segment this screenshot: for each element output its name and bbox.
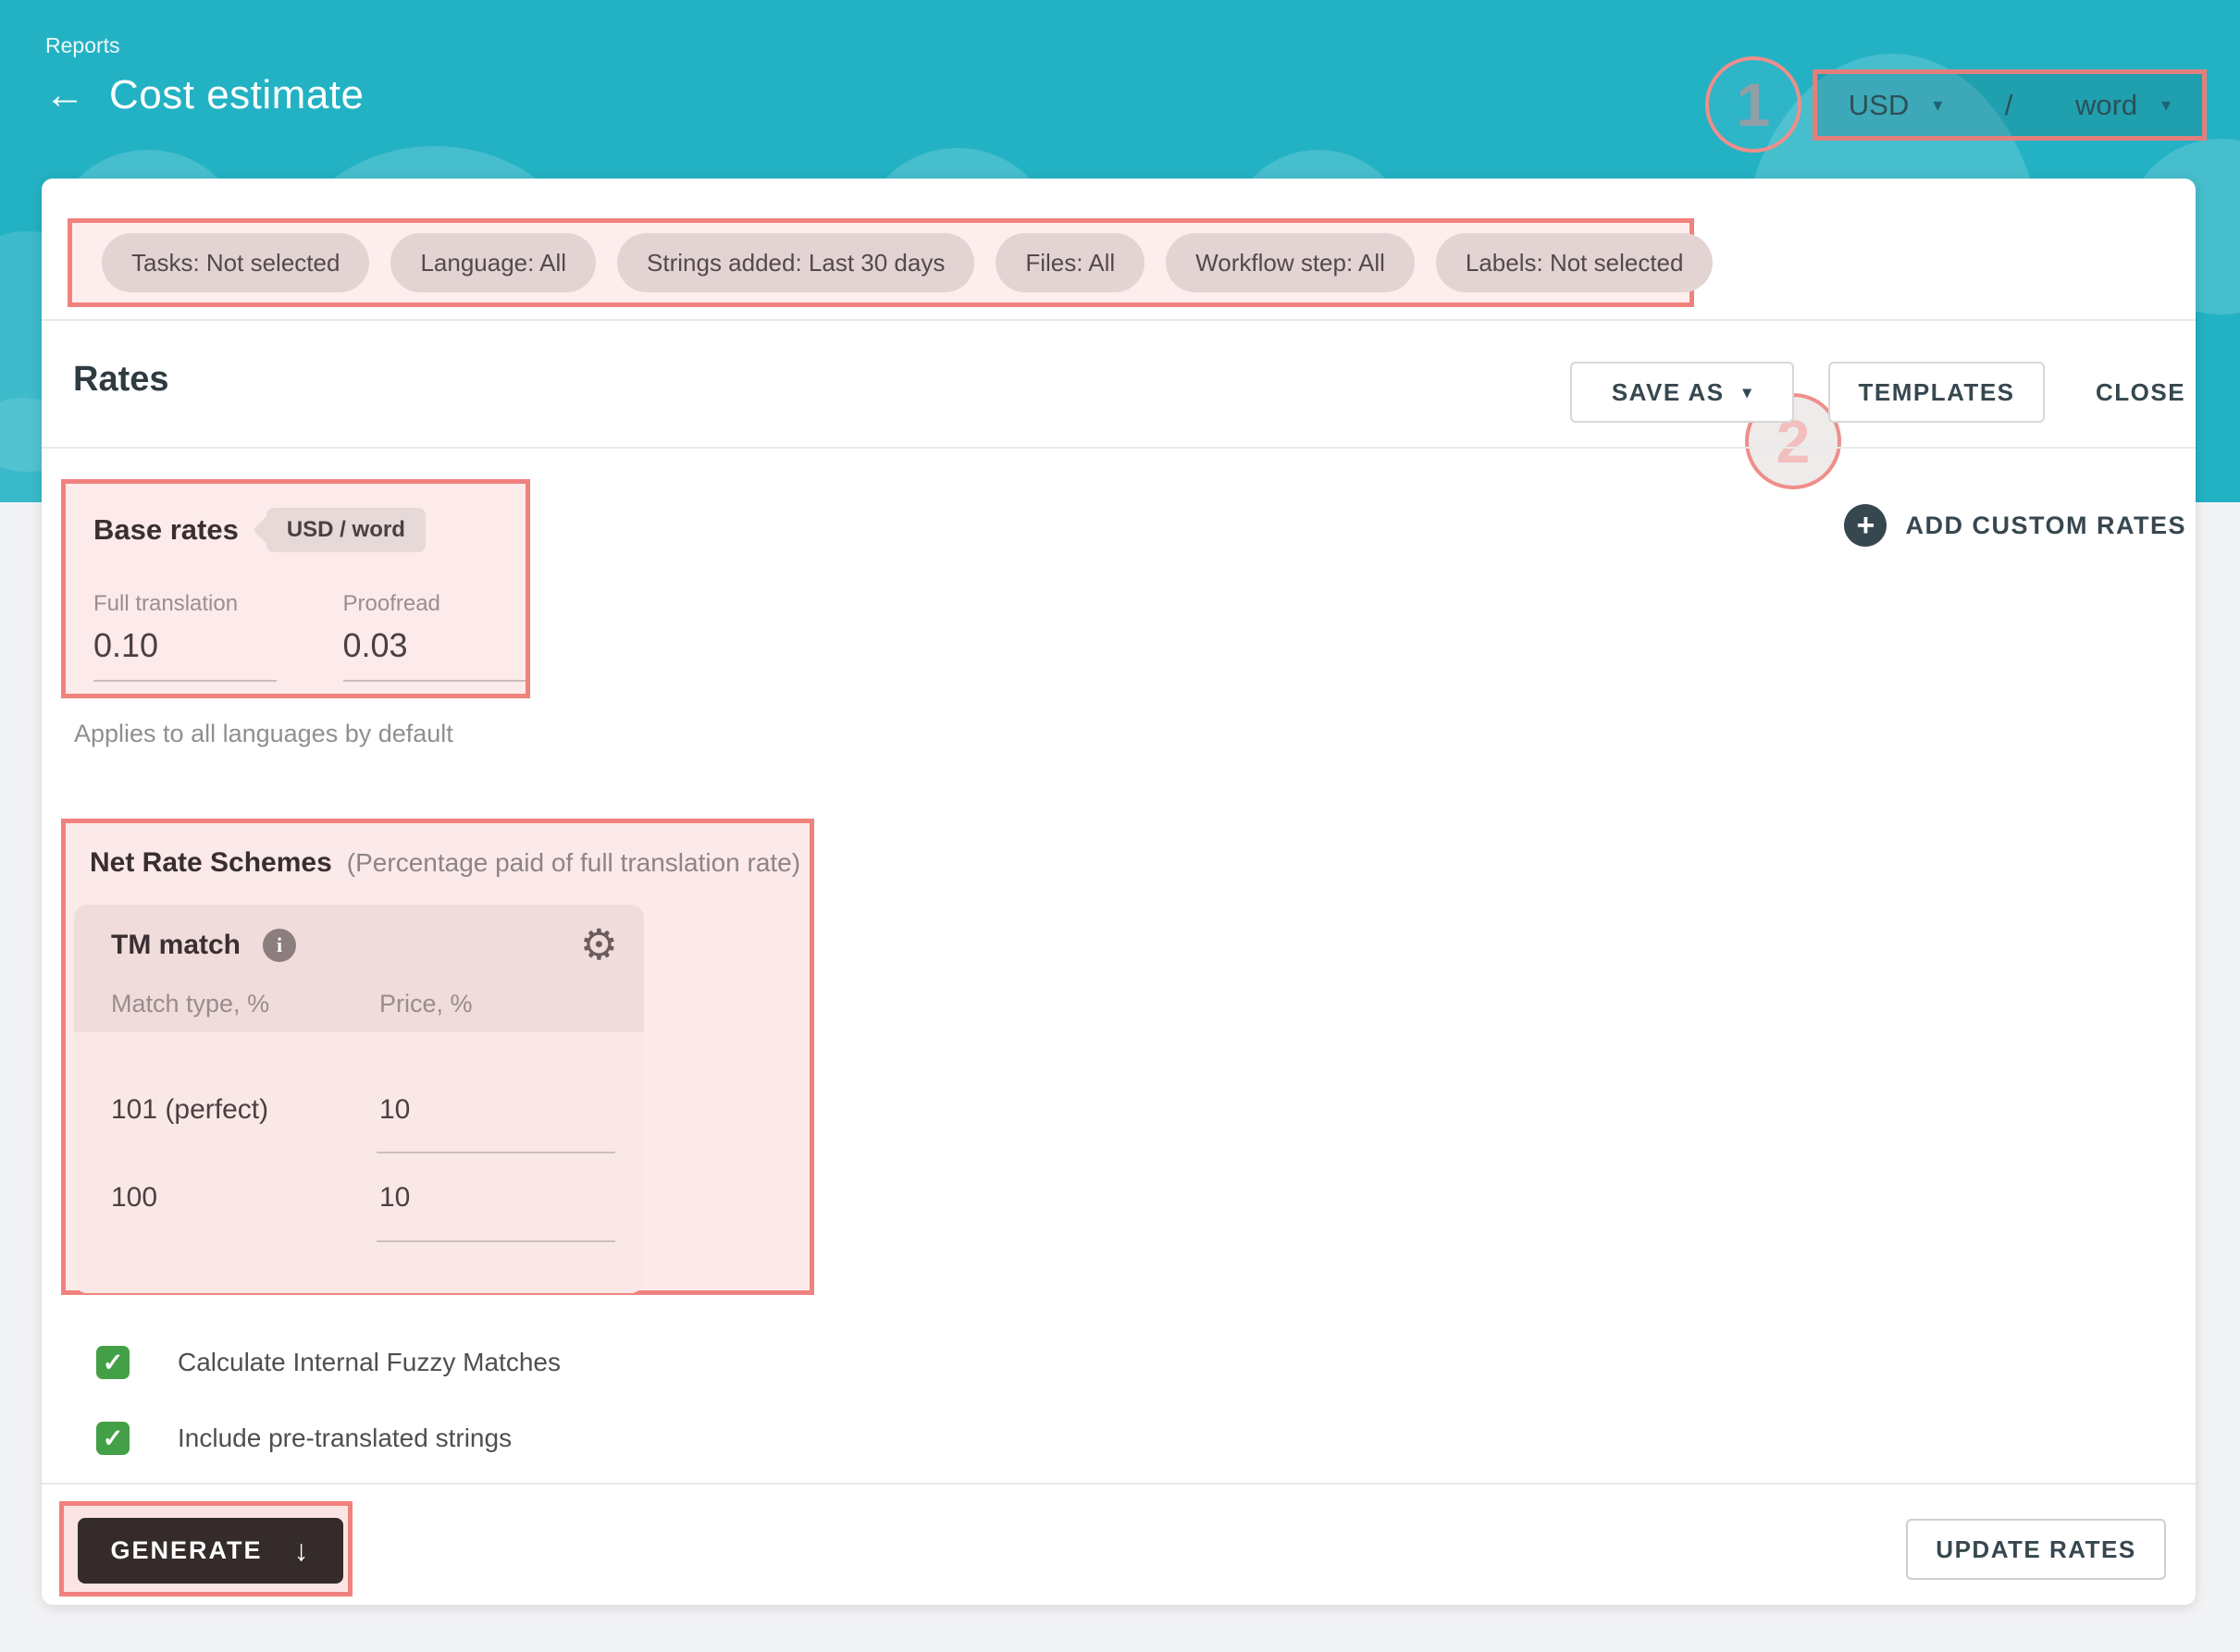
match-type-column-header: Match type, % xyxy=(111,990,269,1018)
tm-match-card: TM match i ⚙ Match type, % Price, % 101 … xyxy=(74,905,644,1293)
add-custom-rates-button[interactable]: + ADD CUSTOM RATES xyxy=(1844,504,2186,547)
add-custom-rates-label: ADD CUSTOM RATES xyxy=(1905,512,2186,540)
divider xyxy=(42,1483,2196,1485)
base-rates-annotation-box: Base rates USD / word Full translation 0… xyxy=(61,479,530,698)
filter-chip-labels[interactable]: Labels: Not selected xyxy=(1436,233,1714,292)
checkbox-label: Include pre-translated strings xyxy=(178,1424,512,1453)
net-rate-schemes-header: Net Rate Schemes (Percentage paid of ful… xyxy=(66,823,810,879)
templates-button[interactable]: TEMPLATES xyxy=(1828,362,2045,423)
tm-price-input-100[interactable]: 10 xyxy=(379,1182,618,1214)
checkbox-label: Calculate Internal Fuzzy Matches xyxy=(178,1348,561,1377)
base-rates-title: Base rates xyxy=(93,513,239,547)
separator: / xyxy=(2005,89,2013,122)
update-rates-button[interactable]: UPDATE RATES xyxy=(1906,1519,2166,1580)
info-icon[interactable]: i xyxy=(263,929,296,962)
gear-icon[interactable]: ⚙ xyxy=(580,923,618,966)
breadcrumb[interactable]: Reports xyxy=(45,33,120,58)
calculate-fuzzy-matches-checkbox-row[interactable]: ✓ Calculate Internal Fuzzy Matches xyxy=(96,1346,561,1379)
tm-price-input-101[interactable]: 10 xyxy=(379,1094,618,1126)
input-underline xyxy=(377,1240,615,1242)
full-translation-label: Full translation xyxy=(93,591,277,617)
download-arrow-icon: ↓ xyxy=(294,1534,311,1568)
filter-chip-files[interactable]: Files: All xyxy=(996,233,1145,292)
currency-value: USD xyxy=(1849,89,1909,122)
filters-annotation-box: Tasks: Not selected Language: All String… xyxy=(68,218,1694,307)
save-as-label: SAVE AS xyxy=(1612,378,1725,407)
proofread-input[interactable]: 0.03 xyxy=(343,626,526,682)
divider xyxy=(42,447,2196,449)
base-rates-header: Base rates USD / word xyxy=(93,508,526,552)
filter-chip-language[interactable]: Language: All xyxy=(390,233,596,292)
generate-button[interactable]: GENERATE ↓ xyxy=(78,1518,343,1584)
rates-card: Tasks: Not selected Language: All String… xyxy=(42,179,2196,1605)
tm-match-type-100: 100 xyxy=(111,1182,157,1214)
filter-chip-strings-added[interactable]: Strings added: Last 30 days xyxy=(617,233,974,292)
base-rates-unit-chip: USD / word xyxy=(266,508,426,552)
plus-icon: + xyxy=(1844,504,1887,547)
cost-estimate-page: Reports ← Cost estimate USD ▾ / word ▾ 1… xyxy=(0,0,2240,1652)
titlebar: ← Cost estimate xyxy=(44,72,364,118)
chevron-down-icon: ▾ xyxy=(1743,383,1753,402)
input-underline xyxy=(377,1152,615,1153)
unit-value: word xyxy=(2075,89,2137,122)
checkbox-checked-icon[interactable]: ✓ xyxy=(96,1346,130,1379)
price-column-header: Price, % xyxy=(379,990,473,1018)
full-translation-field: Full translation 0.10 xyxy=(93,591,277,682)
rates-section-title: Rates xyxy=(73,360,169,400)
currency-unit-selector: USD ▾ / word ▾ xyxy=(1813,69,2207,141)
net-rate-schemes-subtitle: (Percentage paid of full translation rat… xyxy=(347,848,800,878)
generate-annotation-box: GENERATE ↓ xyxy=(59,1501,353,1597)
checkbox-checked-icon[interactable]: ✓ xyxy=(96,1422,130,1455)
page-title: Cost estimate xyxy=(109,72,364,118)
tm-match-title: TM match xyxy=(111,930,241,961)
save-as-button[interactable]: SAVE AS ▾ xyxy=(1570,362,1794,423)
proofread-field: Proofread 0.03 xyxy=(343,591,526,682)
chevron-down-icon: ▾ xyxy=(2161,93,2171,117)
back-arrow-icon[interactable]: ← xyxy=(44,75,85,116)
filter-chip-tasks[interactable]: Tasks: Not selected xyxy=(102,233,369,292)
net-rate-schemes-title: Net Rate Schemes xyxy=(90,847,332,879)
close-button[interactable]: CLOSE xyxy=(2077,362,2204,423)
base-rates-note: Applies to all languages by default xyxy=(74,720,453,748)
currency-select[interactable]: USD ▾ xyxy=(1849,89,1943,122)
base-rates-fields: Full translation 0.10 Proofread 0.03 xyxy=(93,591,526,682)
include-pretranslated-checkbox-row[interactable]: ✓ Include pre-translated strings xyxy=(96,1422,512,1455)
generate-label: GENERATE xyxy=(110,1536,262,1565)
tm-match-title-row: TM match i xyxy=(111,929,296,962)
unit-select[interactable]: word ▾ xyxy=(2075,89,2171,122)
filter-chip-workflow-step[interactable]: Workflow step: All xyxy=(1166,233,1415,292)
full-translation-input[interactable]: 0.10 xyxy=(93,626,277,682)
templates-label: TEMPLATES xyxy=(1858,378,2014,407)
chevron-down-icon: ▾ xyxy=(1933,93,1942,117)
divider xyxy=(42,319,2196,321)
net-rate-schemes-annotation-box: Net Rate Schemes (Percentage paid of ful… xyxy=(61,819,814,1295)
tm-match-type-101: 101 (perfect) xyxy=(111,1094,268,1126)
annotation-circle-1: 1 xyxy=(1705,56,1801,153)
proofread-label: Proofread xyxy=(343,591,526,617)
